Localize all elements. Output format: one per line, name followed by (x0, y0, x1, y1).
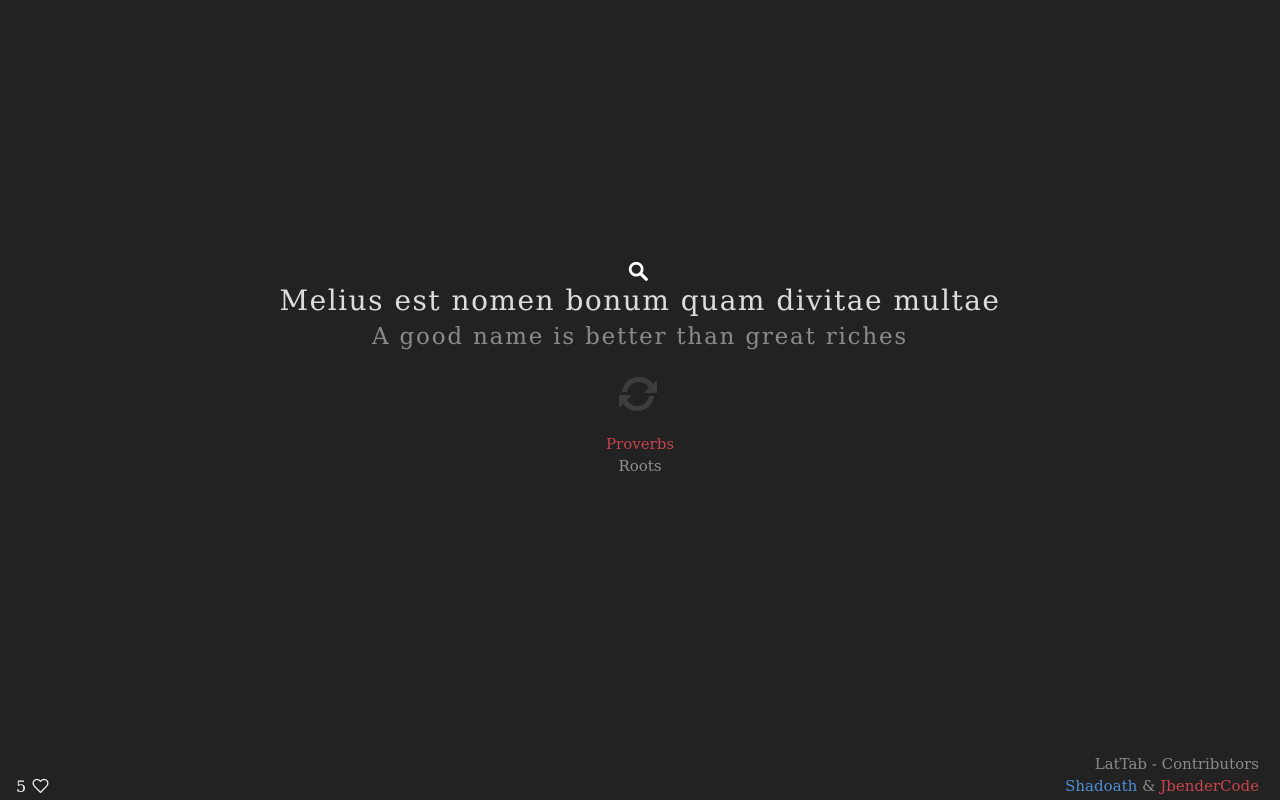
quote-category-link[interactable]: Proverbs (0, 434, 1280, 454)
refresh-icon[interactable] (616, 372, 660, 416)
heart-outline-icon[interactable] (32, 778, 49, 794)
contributors-credits: LatTab - Contributors Shadoath & Jbender… (1065, 753, 1259, 797)
contributor-link-shadoath[interactable]: Shadoath (1065, 777, 1137, 795)
contributor-link-jbendercode[interactable]: JbenderCode (1160, 777, 1259, 795)
favorites-count: 5 (16, 776, 27, 796)
favorites-counter: 5 (16, 776, 49, 796)
new-tab-page: Melius est nomen bonum quam divitae mult… (0, 0, 1280, 800)
quote-subcategory-label: Roots (618, 457, 662, 475)
credits-separator: & (1142, 777, 1156, 795)
search-icon[interactable] (627, 260, 649, 282)
quote-latin-text: Melius est nomen bonum quam divitae mult… (279, 284, 1001, 317)
quote-english-translation: A good name is better than great riches (372, 324, 908, 350)
credits-names: Shadoath & JbenderCode (1065, 775, 1259, 797)
credits-title: LatTab - Contributors (1094, 755, 1259, 773)
